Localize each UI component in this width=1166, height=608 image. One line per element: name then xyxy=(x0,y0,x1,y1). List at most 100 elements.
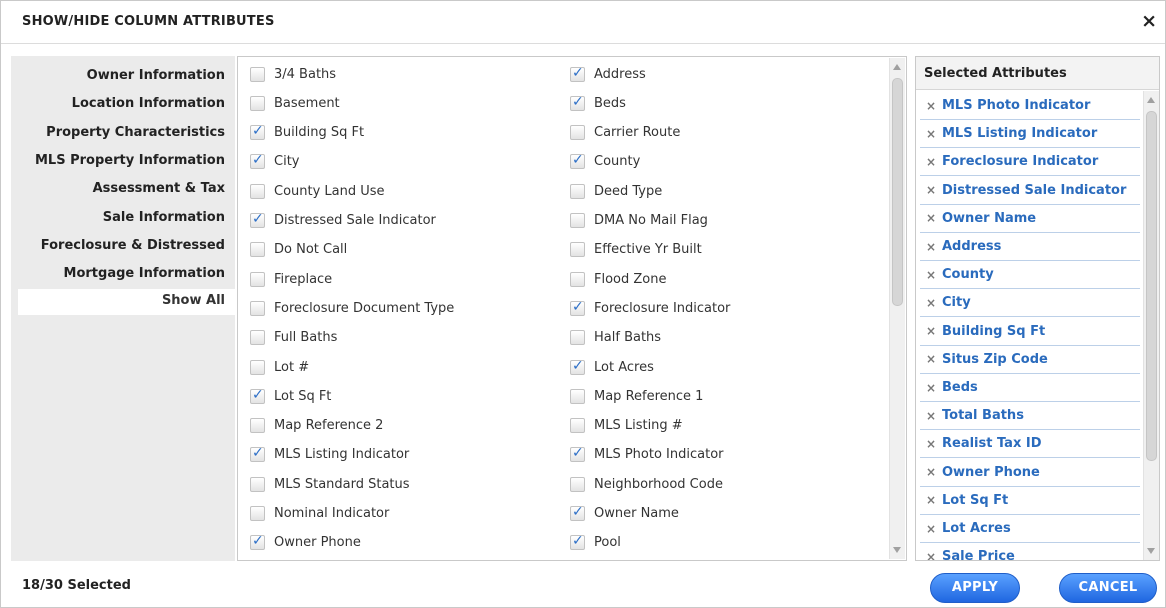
checkbox[interactable] xyxy=(570,299,585,316)
checkbox[interactable] xyxy=(250,242,265,258)
selected-item-mls-photo-indicator[interactable]: × MLS Photo Indicator xyxy=(920,92,1140,120)
attribute-map-reference-1[interactable]: Map Reference 1 xyxy=(570,385,703,407)
nav-item-owner-information[interactable]: Owner Information xyxy=(87,68,225,83)
remove-icon[interactable]: × xyxy=(920,240,938,254)
checkbox[interactable] xyxy=(570,418,585,434)
nav-item-mls-property-information[interactable]: MLS Property Information xyxy=(35,153,225,168)
nav-item-location-information[interactable]: Location Information xyxy=(72,96,225,111)
scroll-up-arrow-icon[interactable] xyxy=(1147,97,1155,103)
attribute-owner-phone[interactable]: Owner Phone xyxy=(250,532,361,554)
checkbox[interactable] xyxy=(570,330,585,346)
remove-icon[interactable]: × xyxy=(920,409,938,423)
attribute-city[interactable]: City xyxy=(250,151,299,173)
selected-item-situs-zip-code[interactable]: × Situs Zip Code xyxy=(920,346,1140,374)
attribute-mls-listing[interactable]: MLS Listing # xyxy=(570,415,683,437)
attribute-pool[interactable]: Pool xyxy=(570,532,621,554)
checkbox[interactable] xyxy=(250,123,265,141)
remove-icon[interactable]: × xyxy=(920,465,938,479)
nav-item-assessment-tax[interactable]: Assessment & Tax xyxy=(93,181,225,196)
attribute-mls-photo-indicator[interactable]: MLS Photo Indicator xyxy=(570,444,724,466)
attribute-mls-listing-indicator[interactable]: MLS Listing Indicator xyxy=(250,444,409,466)
attribute-lot[interactable]: Lot # xyxy=(250,356,309,378)
checkbox[interactable] xyxy=(250,359,265,375)
attribute-address[interactable]: Address xyxy=(570,63,646,85)
remove-icon[interactable]: × xyxy=(920,352,938,366)
remove-icon[interactable]: × xyxy=(920,493,938,507)
attribute-nominal-indicator[interactable]: Nominal Indicator xyxy=(250,503,389,525)
remove-icon[interactable]: × xyxy=(920,155,938,169)
attribute-neighborhood-code[interactable]: Neighborhood Code xyxy=(570,473,723,495)
checkbox[interactable] xyxy=(570,271,585,287)
attribute-flood-zone[interactable]: Flood Zone xyxy=(570,268,666,290)
attribute-county-land-use[interactable]: County Land Use xyxy=(250,180,385,202)
selected-item-foreclosure-indicator[interactable]: × Foreclosure Indicator xyxy=(920,148,1140,177)
attribute-foreclosure-indicator[interactable]: Foreclosure Indicator xyxy=(570,297,730,319)
remove-icon[interactable]: × xyxy=(920,99,938,113)
attribute-half-baths[interactable]: Half Baths xyxy=(570,327,661,349)
scroll-thumb[interactable] xyxy=(1146,111,1157,461)
attribute-map-reference-2[interactable]: Map Reference 2 xyxy=(250,415,383,437)
checkbox[interactable] xyxy=(250,183,265,199)
scroll-down-arrow-icon[interactable] xyxy=(1147,548,1155,554)
checkbox[interactable] xyxy=(570,213,585,228)
selected-item-beds[interactable]: × Beds xyxy=(920,374,1140,402)
checkbox[interactable] xyxy=(250,476,265,492)
remove-icon[interactable]: × xyxy=(920,183,938,197)
checkbox[interactable] xyxy=(250,506,265,521)
checkbox[interactable] xyxy=(250,152,265,170)
selected-item-sale-price[interactable]: × Sale Price xyxy=(920,543,1140,560)
checkbox[interactable] xyxy=(570,504,585,521)
selected-item-building-sq-ft[interactable]: × Building Sq Ft xyxy=(920,318,1140,346)
scroll-thumb[interactable] xyxy=(892,78,903,306)
attribute-distressed-sale-indicator[interactable]: Distressed Sale Indicator xyxy=(250,210,436,232)
scroll-down-arrow-icon[interactable] xyxy=(893,547,901,553)
attribute-basement[interactable]: Basement xyxy=(250,92,340,114)
attribute-carrier-route[interactable]: Carrier Route xyxy=(570,122,680,144)
attribute-lot-acres[interactable]: Lot Acres xyxy=(570,356,654,378)
selected-list-scrollbar[interactable] xyxy=(1143,91,1159,560)
attribute-deed-type[interactable]: Deed Type xyxy=(570,180,662,202)
attribute-effective-yr-built[interactable]: Effective Yr Built xyxy=(570,239,702,261)
selected-item-lot-acres[interactable]: × Lot Acres xyxy=(920,515,1140,543)
attribute-full-baths[interactable]: Full Baths xyxy=(250,327,337,349)
remove-icon[interactable]: × xyxy=(920,211,938,225)
selected-item-total-baths[interactable]: × Total Baths xyxy=(920,402,1140,431)
scroll-up-arrow-icon[interactable] xyxy=(893,64,901,70)
checkbox[interactable] xyxy=(250,300,265,316)
selected-item-mls-listing-indicator[interactable]: × MLS Listing Indicator xyxy=(920,120,1140,149)
remove-icon[interactable]: × xyxy=(920,522,938,536)
nav-item-mortgage-information[interactable]: Mortgage Information xyxy=(64,266,225,281)
checkbox[interactable] xyxy=(570,476,585,492)
checkbox[interactable] xyxy=(570,65,585,82)
apply-button[interactable]: APPLY xyxy=(930,573,1020,603)
attribute-mls-standard-status[interactable]: MLS Standard Status xyxy=(250,473,410,495)
checkbox[interactable] xyxy=(250,271,265,287)
nav-item-show-all[interactable]: Show All xyxy=(18,289,235,315)
selected-item-owner-name[interactable]: × Owner Name xyxy=(920,205,1140,233)
close-icon[interactable]: × xyxy=(1141,9,1157,33)
selected-item-county[interactable]: × County xyxy=(920,261,1140,290)
selected-item-address[interactable]: × Address xyxy=(920,233,1140,261)
remove-icon[interactable]: × xyxy=(920,324,938,338)
attribute-county[interactable]: County xyxy=(570,151,640,173)
attribute-fireplace[interactable]: Fireplace xyxy=(250,268,332,290)
attribute-foreclosure-document-type[interactable]: Foreclosure Document Type xyxy=(250,297,454,319)
attribute-do-not-call[interactable]: Do Not Call xyxy=(250,239,347,261)
attribute-beds[interactable]: Beds xyxy=(570,92,626,114)
attribute-list-scrollbar[interactable] xyxy=(889,58,905,559)
checkbox[interactable] xyxy=(570,125,585,141)
nav-item-property-characteristics[interactable]: Property Characteristics xyxy=(46,125,225,140)
checkbox[interactable] xyxy=(570,242,585,258)
checkbox[interactable] xyxy=(250,330,265,346)
checkbox[interactable] xyxy=(570,152,585,170)
attribute-dma-no-mail-flag[interactable]: DMA No Mail Flag xyxy=(570,210,708,232)
checkbox[interactable] xyxy=(250,418,265,434)
selected-item-city[interactable]: × City xyxy=(920,289,1140,318)
remove-icon[interactable]: × xyxy=(920,437,938,451)
checkbox[interactable] xyxy=(570,445,585,463)
cancel-button[interactable]: CANCEL xyxy=(1059,573,1157,603)
checkbox[interactable] xyxy=(250,66,265,82)
selected-item-distressed-sale-indicator[interactable]: × Distressed Sale Indicator xyxy=(920,177,1140,205)
nav-item-foreclosure-distressed[interactable]: Foreclosure & Distressed xyxy=(41,238,225,253)
remove-icon[interactable]: × xyxy=(920,550,938,560)
